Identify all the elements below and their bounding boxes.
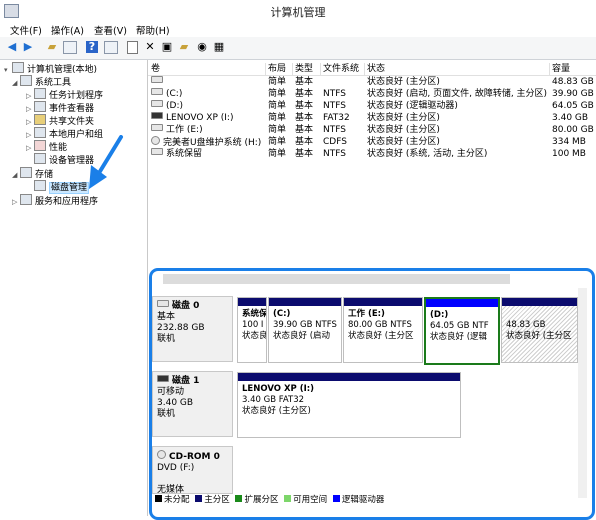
disk-management-icon — [34, 180, 46, 191]
column-header-capacity[interactable]: 容量 — [549, 63, 596, 75]
drive-icon — [151, 100, 163, 107]
tree-item-performance[interactable]: ▷ 性能 — [26, 140, 67, 153]
view-icon[interactable] — [104, 41, 118, 54]
column-header-type[interactable]: 类型 — [292, 63, 321, 75]
users-icon — [34, 127, 46, 138]
tree-item-shared-folders[interactable]: ▷ 共享文件夹 — [26, 114, 94, 127]
shared-folder-icon — [34, 114, 46, 125]
drive-icon — [151, 88, 163, 95]
table-row[interactable]: LENOVO XP (I:) 简单 基本 FAT32 状态良好 (主分区) 3.… — [148, 112, 596, 124]
tree-item-disk-management[interactable]: 磁盘管理 — [26, 180, 90, 194]
device-manager-icon — [34, 153, 46, 164]
tree-item-services-applications[interactable]: ▷ 服务和应用程序 — [12, 194, 98, 207]
window-title: 计算机管理 — [270, 6, 326, 19]
volume-list: 卷 布局 类型 文件系统 状态 容量 简单 基本 状态良好 (主分区) 48.8… — [148, 60, 596, 268]
menu-action[interactable]: 操作(A) — [51, 23, 84, 37]
new-folder-icon[interactable]: ▰ — [177, 40, 191, 54]
column-header-volume[interactable]: 卷 — [148, 63, 266, 75]
tree-item-event-viewer[interactable]: ▷ 事件查看器 — [26, 101, 94, 114]
table-row[interactable]: 工作 (E:) 简单 基本 NTFS 状态良好 (主分区) 80.00 GB — [148, 124, 596, 136]
table-row[interactable]: (D:) 简单 基本 NTFS 状态良好 (逻辑驱动器) 64.05 GB — [148, 100, 596, 112]
tree-item-device-manager[interactable]: 设备管理器 — [26, 153, 94, 166]
usb-drive-icon — [151, 112, 163, 119]
column-header-status[interactable]: 状态 — [364, 63, 550, 75]
column-header-layout[interactable]: 布局 — [265, 63, 293, 75]
console-tree: ▾ 计算机管理(本地) ◢ 系统工具 ▷ 任务计划程序 ▷ 事件查看器 ▷ 共享文件夹 ▷… — [0, 60, 148, 516]
cd-drive-icon — [151, 136, 160, 145]
drive-icon — [151, 148, 163, 155]
tree-item-task-scheduler[interactable]: ▷ 任务计划程序 — [26, 88, 103, 101]
forward-icon[interactable]: ▶ — [21, 40, 35, 54]
volume-list-header: 卷 布局 类型 文件系统 状态 容量 — [148, 62, 596, 76]
column-header-filesystem[interactable]: 文件系统 — [320, 63, 365, 75]
table-row[interactable]: 完美者U盘维护系统 (H:) 简单 基本 CDFS 状态良好 (主分区) 334… — [148, 136, 596, 148]
drive-icon — [151, 124, 163, 131]
table-row[interactable]: 简单 基本 状态良好 (主分区) 48.83 GB — [148, 76, 596, 88]
help-icon[interactable]: ? — [86, 41, 98, 53]
menu-help[interactable]: 帮助(H) — [136, 23, 170, 37]
drive-icon — [151, 76, 163, 83]
services-icon — [20, 194, 32, 205]
performance-icon — [34, 140, 46, 151]
tree-item-system-tools[interactable]: ◢ 系统工具 — [12, 75, 71, 88]
menu-bar: 文件(F) 操作(A) 查看(V) 帮助(H) — [0, 22, 596, 38]
event-log-icon — [34, 101, 46, 112]
toolbar: ◀ ▶ ▰ ? ✕ ▣ ▰ ◉ ▦ — [0, 37, 596, 60]
table-row[interactable]: (C:) 简单 基本 NTFS 状态良好 (启动, 页面文件, 故障转储, 主分… — [148, 88, 596, 100]
menu-file[interactable]: 文件(F) — [10, 23, 42, 37]
delete-icon[interactable]: ✕ — [143, 40, 157, 54]
highlight-box — [149, 268, 595, 520]
tree-item-storage[interactable]: ◢ 存储 — [12, 167, 53, 180]
table-row[interactable]: 系统保留 简单 基本 NTFS 状态良好 (系统, 活动, 主分区) 100 M… — [148, 148, 596, 160]
clock-icon — [34, 88, 46, 99]
settings-icon[interactable]: ▦ — [212, 40, 226, 54]
menu-view[interactable]: 查看(V) — [94, 23, 127, 37]
back-icon[interactable]: ◀ — [5, 40, 19, 54]
tree-item-computer-management[interactable]: ▾ 计算机管理(本地) — [4, 62, 97, 75]
computer-icon — [12, 62, 24, 73]
annotation-arrow-icon — [89, 135, 123, 189]
open-icon[interactable]: ▣ — [160, 40, 174, 54]
tools-icon — [20, 75, 32, 86]
properties-icon[interactable] — [127, 41, 138, 54]
search-icon[interactable]: ◉ — [195, 40, 209, 54]
show-tree-icon[interactable] — [63, 41, 77, 54]
title-bar: 计算机管理 — [0, 0, 596, 22]
up-folder-icon[interactable]: ▰ — [45, 40, 59, 54]
storage-icon — [20, 167, 32, 178]
